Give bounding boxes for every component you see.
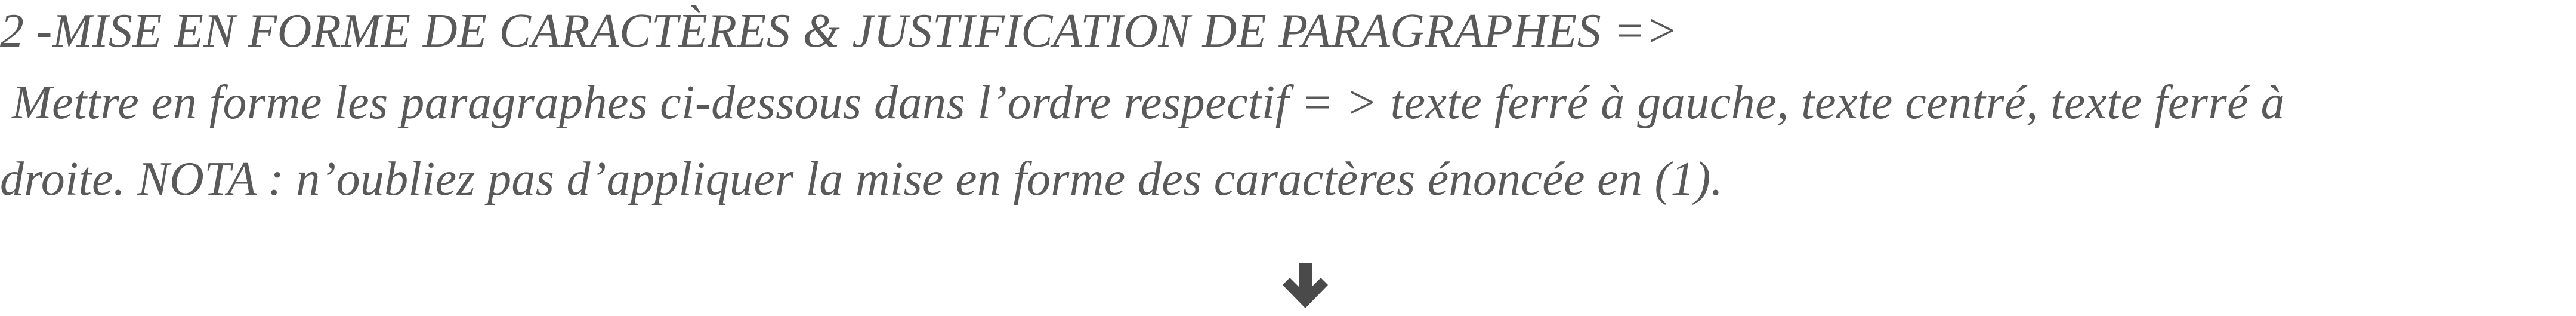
instruction-paragraph: Mettre en forme les paragraphes ci-desso… [0,65,2576,217]
instruction-line-2: droite. NOTA : n’oubliez pas d’appliquer… [0,153,1723,205]
section-heading: 2 -MISE EN FORME DE CARACTÈRES & JUSTIFI… [0,5,1679,57]
instruction-line-1: Mettre en forme les paragraphes ci-desso… [12,76,2285,129]
arrow-down-icon [1283,263,1328,311]
document-page: 2 -MISE EN FORME DE CARACTÈRES & JUSTIFI… [0,0,2576,316]
